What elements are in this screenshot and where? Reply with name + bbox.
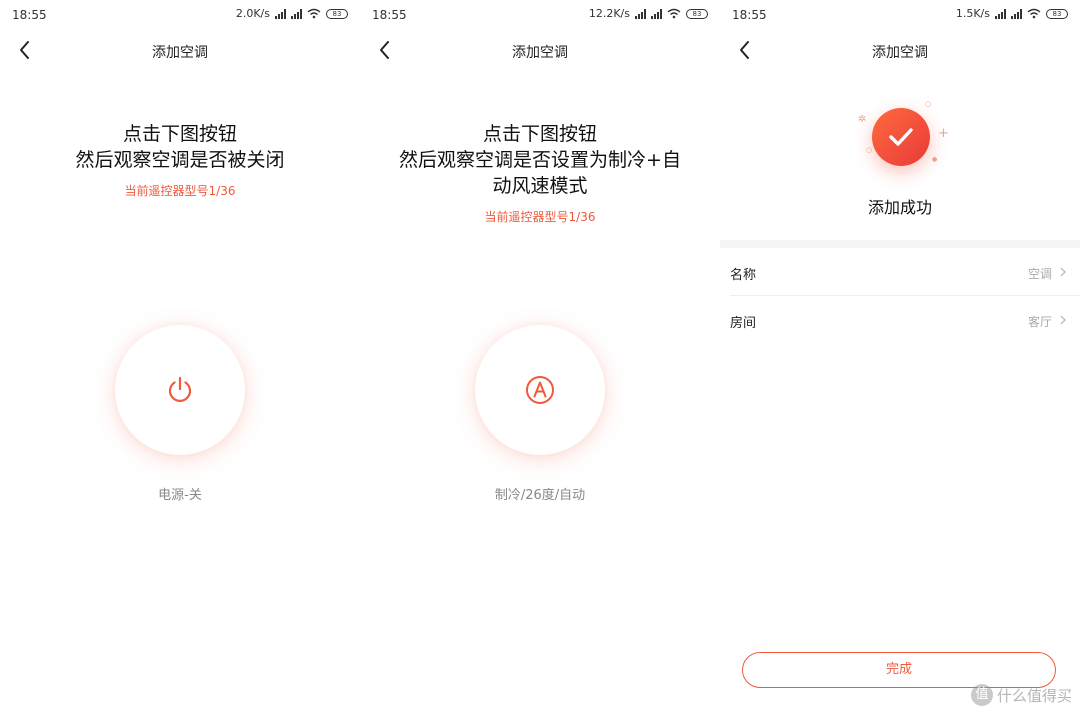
chevron-right-icon	[1060, 315, 1066, 325]
page-title: 添加空调	[152, 45, 208, 61]
signal-icon	[1011, 8, 1022, 19]
status-bar: 18:55 1.5K/s 83	[720, 0, 1080, 30]
signal-icon	[651, 8, 662, 19]
status-time: 18:55	[732, 8, 767, 22]
instruction-text: 点击下图按钮 然后观察空调是否被关闭	[75, 123, 285, 171]
remote-model-indicator: 当前遥控器型号1/36	[484, 210, 596, 224]
name-label: 名称	[730, 268, 757, 283]
wifi-icon	[1027, 8, 1041, 19]
battery-icon: 83	[326, 8, 348, 19]
room-value: 客厅	[1027, 315, 1052, 329]
success-message: 添加成功	[867, 198, 932, 217]
success-check-icon	[872, 108, 930, 166]
room-row[interactable]: 房间 客厅	[730, 296, 1080, 344]
room-label: 房间	[730, 316, 757, 331]
network-speed: 2.0K/s	[235, 7, 270, 20]
network-speed: 12.2K/s	[588, 7, 630, 20]
nav-bar: 添加空调	[0, 34, 360, 66]
sparkle-icon: ✲	[858, 114, 867, 125]
watermark-logo: 值	[970, 684, 993, 706]
wifi-icon	[307, 8, 321, 19]
power-icon	[168, 376, 192, 402]
status-bar: 18:55 2.0K/s 83	[0, 0, 360, 30]
wifi-icon	[667, 8, 681, 19]
signal-icon	[291, 8, 302, 19]
chevron-right-icon	[1060, 267, 1066, 277]
remote-model-indicator: 当前遥控器型号1/36	[124, 184, 236, 198]
cool-auto-mode-button[interactable]	[475, 325, 605, 455]
nav-bar: 添加空调	[720, 34, 1080, 66]
button-caption: 电源-关	[158, 488, 202, 503]
name-value: 空调	[1027, 267, 1052, 281]
signal-icon	[995, 8, 1006, 19]
success-banner: ✲ + ○ ○ ● 添加成功	[720, 90, 1080, 240]
nav-bar: 添加空调	[360, 34, 720, 66]
instruction-text: 点击下图按钮 然后观察空调是否设置为制冷+自 动风速模式	[399, 123, 681, 197]
screen-add-success: 18:55 1.5K/s 83 添加空调 ✲ + ○ ○ ● 添加成功 名称 空…	[720, 0, 1080, 719]
watermark: 值 什么值得买	[970, 684, 1072, 706]
signal-icon	[275, 8, 286, 19]
sparkle-icon: +	[938, 126, 949, 141]
screen-cool-mode-test: 18:55 12.2K/s 83 添加空调 点击下图按钮 然后观察空调是否设置为…	[360, 0, 720, 719]
status-time: 18:55	[12, 8, 47, 22]
page-title: 添加空调	[512, 45, 568, 61]
power-off-button[interactable]	[115, 325, 245, 455]
sparkle-icon: ●	[932, 156, 938, 163]
status-time: 18:55	[372, 8, 407, 22]
page-title: 添加空调	[872, 45, 928, 61]
status-bar: 18:55 12.2K/s 83	[360, 0, 720, 30]
signal-icon	[635, 8, 646, 19]
section-divider	[720, 240, 1080, 248]
screen-power-test: 18:55 2.0K/s 83 添加空调 点击下图按钮 然后观察空调是否被关闭 …	[0, 0, 360, 719]
sparkle-icon: ○	[925, 100, 932, 108]
name-row[interactable]: 名称 空调	[730, 248, 1080, 296]
auto-mode-icon	[526, 376, 554, 404]
network-speed: 1.5K/s	[955, 7, 990, 20]
sparkle-icon: ○	[866, 146, 873, 154]
watermark-text: 什么值得买	[996, 686, 1072, 705]
done-button[interactable]: 完成	[742, 652, 1056, 688]
button-caption: 制冷/26度/自动	[494, 488, 586, 503]
battery-icon: 83	[1046, 8, 1068, 19]
battery-icon: 83	[686, 8, 708, 19]
